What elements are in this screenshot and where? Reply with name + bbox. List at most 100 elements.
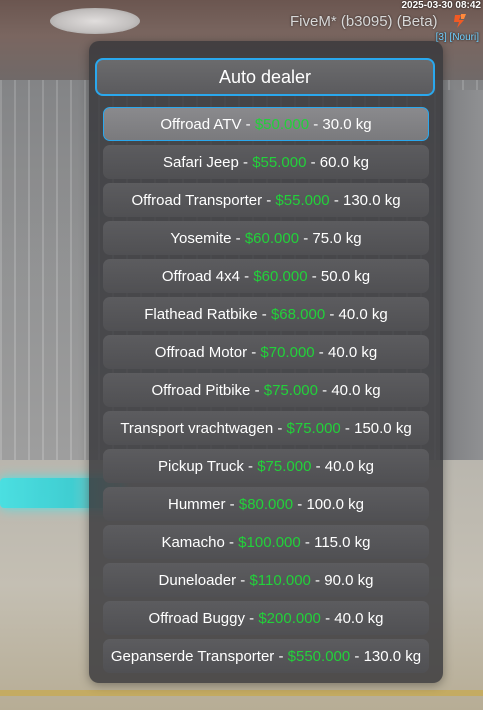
vehicle-list: Offroad ATV - $50.000 - 30.0 kg Safari Je… [103,107,429,677]
separator: - [257,305,271,323]
vehicle-list-item[interactable]: Gepanserde Transporter - $550.000 - 130.… [103,639,429,673]
separator: - [231,229,245,247]
vehicle-weight: 130.0 kg [363,647,422,665]
vehicle-weight: 130.0 kg [343,191,401,209]
hud-timestamp: 2025-03-30 08:42 [401,0,481,11]
vehicle-name: Gepanserde Transporter [110,647,275,665]
separator: - [311,457,325,475]
vehicle-price: $80.000 [238,495,294,513]
vehicle-name: Yosemite [170,229,232,247]
vehicle-weight: 60.0 kg [319,153,370,171]
vehicle-weight: 115.0 kg [314,533,371,551]
vehicle-name: Safari Jeep [162,153,239,171]
separator: - [273,419,287,437]
vehicle-price: $100.000 [238,533,301,551]
vehicle-weight: 150.0 kg [354,419,412,437]
vehicle-weight: 90.0 kg [324,571,374,589]
vehicle-weight: 30.0 kg [322,115,372,133]
separator: - [239,267,254,285]
separator: - [244,609,259,627]
separator: - [314,343,328,361]
separator: - [262,191,276,209]
vehicle-list-item[interactable]: Yosemite - $60.000 - 75.0 kg [103,221,429,255]
separator: - [307,267,321,285]
vehicle-name: Offroad Buggy [148,609,245,627]
separator: - [340,419,355,437]
separator: - [247,343,261,361]
vehicle-list-item[interactable]: Pickup Truck - $75.000 - 40.0 kg [103,449,429,483]
vehicle-name: Transport vrachtwagen [120,419,274,437]
game-scene: 2025-03-30 08:42 FiveM* (b3095) (Beta) [… [0,0,483,710]
separator: - [225,495,239,513]
separator: - [325,305,339,323]
vehicle-weight: 40.0 kg [331,381,381,399]
vehicle-list-item[interactable]: Offroad Buggy - $200.000 - 40.0 kg [103,601,429,635]
separator: - [238,153,253,171]
separator: - [299,229,313,247]
vehicle-list-item[interactable]: Transport vrachtwagen - $75.000 - 150.0 … [103,411,429,445]
vehicle-list-item[interactable]: Safari Jeep - $55.000 - 60.0 kg [103,145,429,179]
vehicle-list-item[interactable]: Flathead Ratbike - $68.000 - 40.0 kg [103,297,429,331]
hud-player-tag: [3] [Nouri] [435,32,479,43]
separator: - [224,533,239,551]
vehicle-list-item[interactable]: Hummer - $80.000 - 100.0 kg [103,487,429,521]
vehicle-name: Kamacho [161,533,225,551]
separator: - [243,457,258,475]
vehicle-price: $55.000 [275,191,330,209]
vehicle-weight: 40.0 kg [324,457,374,475]
vehicle-price: $110.000 [249,571,311,589]
vehicle-name: Hummer [168,495,226,513]
vehicle-list-item[interactable]: Offroad ATV - $50.000 - 30.0 kg [103,107,429,141]
vehicle-name: Offroad Pitbike [151,381,251,399]
auto-dealer-menu: Auto dealer Offroad ATV - $50.000 - 30.0… [89,41,443,683]
separator: - [350,647,364,665]
vehicle-name: Offroad Motor [154,343,248,361]
vehicle-name: Flathead Ratbike [144,305,258,323]
vehicle-price: $68.000 [270,305,326,323]
vehicle-weight: 40.0 kg [327,343,378,361]
separator: - [306,153,320,171]
background-lamp [50,8,140,34]
vehicle-weight: 75.0 kg [312,229,362,247]
vehicle-weight: 40.0 kg [334,609,384,627]
separator: - [317,381,332,399]
vehicle-list-item[interactable]: Kamacho - $100.000 - 115.0 kg [103,525,429,559]
vehicle-weight: 100.0 kg [306,495,364,513]
vehicle-list-item[interactable]: Offroad Motor - $70.000 - 40.0 kg [103,335,429,369]
vehicle-price: $55.000 [252,153,307,171]
background-floor-stripe [0,690,483,696]
vehicle-weight: 40.0 kg [338,305,388,323]
vehicle-price: $200.000 [258,609,321,627]
separator: - [320,609,335,627]
vehicle-price: $75.000 [286,419,341,437]
separator: - [310,571,325,589]
vehicle-name: Offroad 4x4 [161,267,240,285]
vehicle-list-item[interactable]: Duneloader - $110.000 - 90.0 kg [103,563,429,597]
separator: - [309,115,323,133]
vehicle-price: $70.000 [260,343,315,361]
separator: - [250,381,264,399]
separator: - [241,115,255,133]
separator: - [274,647,288,665]
vehicle-price: $550.000 [287,647,351,665]
vehicle-list-item[interactable]: Offroad Transporter - $55.000 - 130.0 kg [103,183,429,217]
vehicle-price: $75.000 [257,457,312,475]
fivem-logo-icon [454,14,466,28]
separator: - [293,495,307,513]
vehicle-price: $75.000 [263,381,318,399]
vehicle-list-item[interactable]: Offroad Pitbike - $75.000 - 40.0 kg [103,373,429,407]
vehicle-price: $60.000 [244,229,300,247]
vehicle-name: Duneloader [158,571,237,589]
separator: - [236,571,250,589]
separator: - [329,191,343,209]
hud-app-title: FiveM* (b3095) (Beta) [290,13,438,30]
vehicle-name: Offroad Transporter [131,191,263,209]
vehicle-name: Pickup Truck [157,457,244,475]
vehicle-price: $50.000 [254,115,310,133]
menu-title: Auto dealer [95,58,435,96]
vehicle-price: $60.000 [253,267,308,285]
vehicle-name: Offroad ATV [160,115,242,133]
vehicle-list-item[interactable]: Offroad 4x4 - $60.000 - 50.0 kg [103,259,429,293]
vehicle-weight: 50.0 kg [320,267,371,285]
separator: - [300,533,315,551]
